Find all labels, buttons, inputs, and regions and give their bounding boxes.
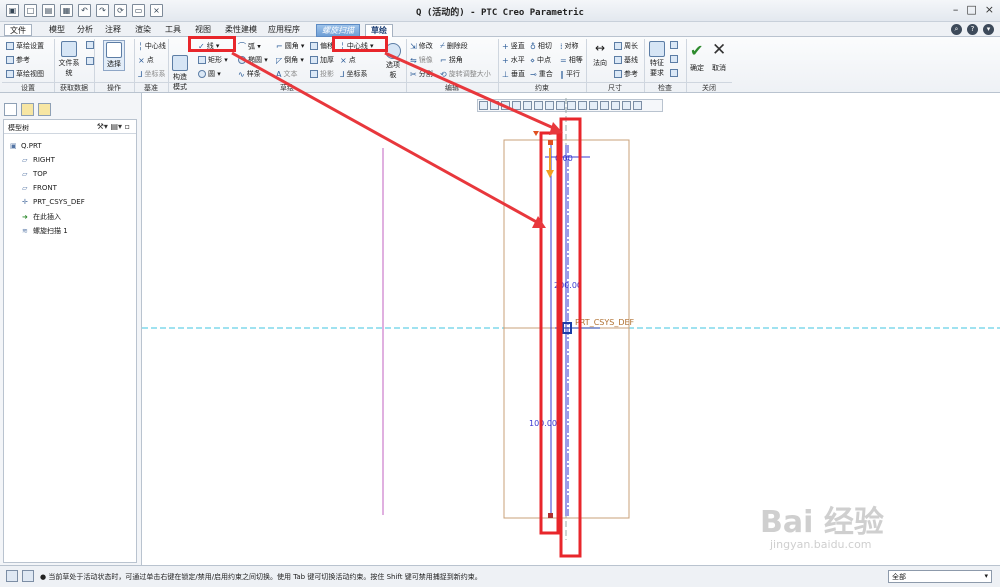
arrow-centerline-tool <box>384 51 559 132</box>
watermark-url: jingyan.baidu.com <box>770 538 872 551</box>
status-toggle-icon[interactable] <box>6 570 18 582</box>
highlight-profile-line <box>539 131 560 535</box>
status-browser-icon[interactable] <box>22 570 34 582</box>
top-marker <box>533 131 539 136</box>
arrow-line-tool <box>231 51 543 227</box>
highlight-centerline <box>559 117 582 558</box>
dimension-100[interactable]: 100.00 <box>529 419 557 428</box>
status-message: ● 当前草处于活动状态时，可通过单击右键在锁定/禁用/启用约束之间切换。使用 T… <box>40 573 482 581</box>
csys-label: PRT_CSYS_DEF <box>575 318 635 327</box>
end-point-marker <box>548 513 553 518</box>
start-point-marker <box>548 140 553 145</box>
start-arrow-head <box>546 170 554 178</box>
selection-filter[interactable]: 全部 ▾ <box>888 570 992 583</box>
watermark-logo: Bai 经验 <box>760 505 884 540</box>
chevron-down-icon: ▾ <box>984 572 988 580</box>
status-bar: ● 当前草处于活动状态时，可通过单击右键在锁定/禁用/启用约束之间切换。使用 T… <box>0 565 1000 587</box>
